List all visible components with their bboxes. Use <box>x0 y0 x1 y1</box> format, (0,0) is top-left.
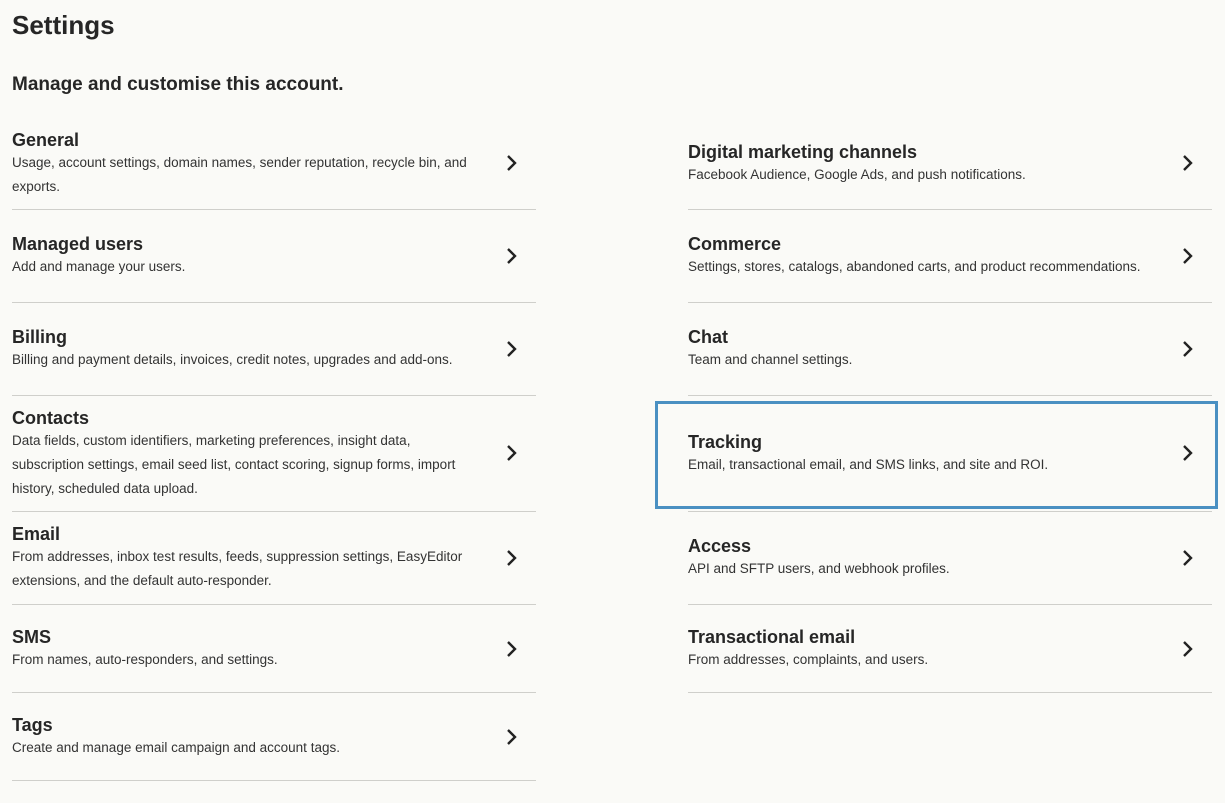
settings-item-managed-users[interactable]: Managed users Add and manage your users. <box>12 210 536 303</box>
settings-item-billing[interactable]: Billing Billing and payment details, inv… <box>12 303 536 396</box>
chevron-right-icon <box>1183 341 1193 357</box>
chevron-right-icon <box>507 155 517 171</box>
chevron-right-icon <box>507 445 517 461</box>
item-title: Transactional email <box>688 626 856 647</box>
item-description: Usage, account settings, domain names, s… <box>12 154 467 194</box>
settings-item-tags[interactable]: Tags Create and manage email campaign an… <box>12 693 536 781</box>
settings-item-email[interactable]: Email From addresses, inbox test results… <box>12 512 536 605</box>
page-title: Settings <box>12 10 115 40</box>
chevron-right-icon <box>1183 550 1193 566</box>
item-title: Contacts <box>12 407 90 428</box>
chevron-right-icon <box>1183 248 1193 264</box>
item-text: Access API and SFTP users, and webhook p… <box>688 535 1158 581</box>
settings-item-digital-marketing-channels[interactable]: Digital marketing channels Facebook Audi… <box>688 118 1212 210</box>
chevron-right-icon <box>507 248 517 264</box>
item-text: Digital marketing channels Facebook Audi… <box>688 141 1158 187</box>
item-description: Billing and payment details, invoices, c… <box>12 352 453 367</box>
item-title: Chat <box>688 327 728 347</box>
chevron-right-icon <box>507 550 517 566</box>
item-text: SMS From names, auto-responders, and set… <box>12 626 482 672</box>
item-title: Managed users <box>12 234 144 254</box>
item-description: Team and channel settings. <box>688 352 853 367</box>
settings-item-contacts[interactable]: Contacts Data fields, custom identifiers… <box>12 396 536 512</box>
item-title: Commerce <box>688 234 782 254</box>
item-description: From addresses, inbox test results, feed… <box>12 549 463 588</box>
settings-item-sms[interactable]: SMS From names, auto-responders, and set… <box>12 605 536 693</box>
item-text: Managed users Add and manage your users. <box>12 233 482 279</box>
item-text: General Usage, account settings, domain … <box>12 129 482 199</box>
item-title: Email <box>12 524 61 544</box>
item-title: SMS <box>12 626 52 647</box>
chevron-right-icon <box>507 341 517 357</box>
item-description: Settings, stores, catalogs, abandoned ca… <box>688 259 1141 274</box>
item-description: From addresses, complaints, and users. <box>688 651 929 667</box>
item-description: Facebook Audience, Google Ads, and push … <box>688 166 1026 182</box>
settings-item-access[interactable]: Access API and SFTP users, and webhook p… <box>688 512 1212 605</box>
chevron-right-icon <box>1183 155 1193 171</box>
item-text: Commerce Settings, stores, catalogs, aba… <box>688 233 1158 279</box>
item-title: Access <box>688 536 752 556</box>
settings-page: Settings Manage and customise this accou… <box>0 0 1225 803</box>
settings-item-commerce[interactable]: Commerce Settings, stores, catalogs, aba… <box>688 210 1212 303</box>
item-title: Digital marketing channels <box>688 141 918 162</box>
settings-item-chat[interactable]: Chat Team and channel settings. <box>688 303 1212 396</box>
chevron-right-icon <box>507 729 517 745</box>
chevron-right-icon <box>507 641 517 657</box>
item-description: Data fields, custom identifiers, marketi… <box>12 432 456 496</box>
tracking-highlight-box <box>655 401 1218 509</box>
item-description: From names, auto-responders, and setting… <box>12 651 278 667</box>
item-title: Tags <box>12 714 53 735</box>
item-title: Billing <box>12 327 67 347</box>
item-text: Email From addresses, inbox test results… <box>12 523 482 593</box>
item-text: Tags Create and manage email campaign an… <box>12 714 482 760</box>
item-text: Transactional email From addresses, comp… <box>688 626 1158 672</box>
chevron-right-icon <box>1183 641 1193 657</box>
item-description: Create and manage email campaign and acc… <box>12 739 340 755</box>
page-subtitle: Manage and customise this account. <box>12 74 344 95</box>
item-text: Billing Billing and payment details, inv… <box>12 326 482 372</box>
settings-item-general[interactable]: General Usage, account settings, domain … <box>12 118 536 210</box>
settings-item-transactional-email[interactable]: Transactional email From addresses, comp… <box>688 605 1212 693</box>
item-description: API and SFTP users, and webhook profiles… <box>688 561 950 576</box>
item-title: General <box>12 129 80 150</box>
item-description: Add and manage your users. <box>12 259 186 274</box>
item-text: Contacts Data fields, custom identifiers… <box>12 407 482 501</box>
item-text: Chat Team and channel settings. <box>688 326 1158 372</box>
